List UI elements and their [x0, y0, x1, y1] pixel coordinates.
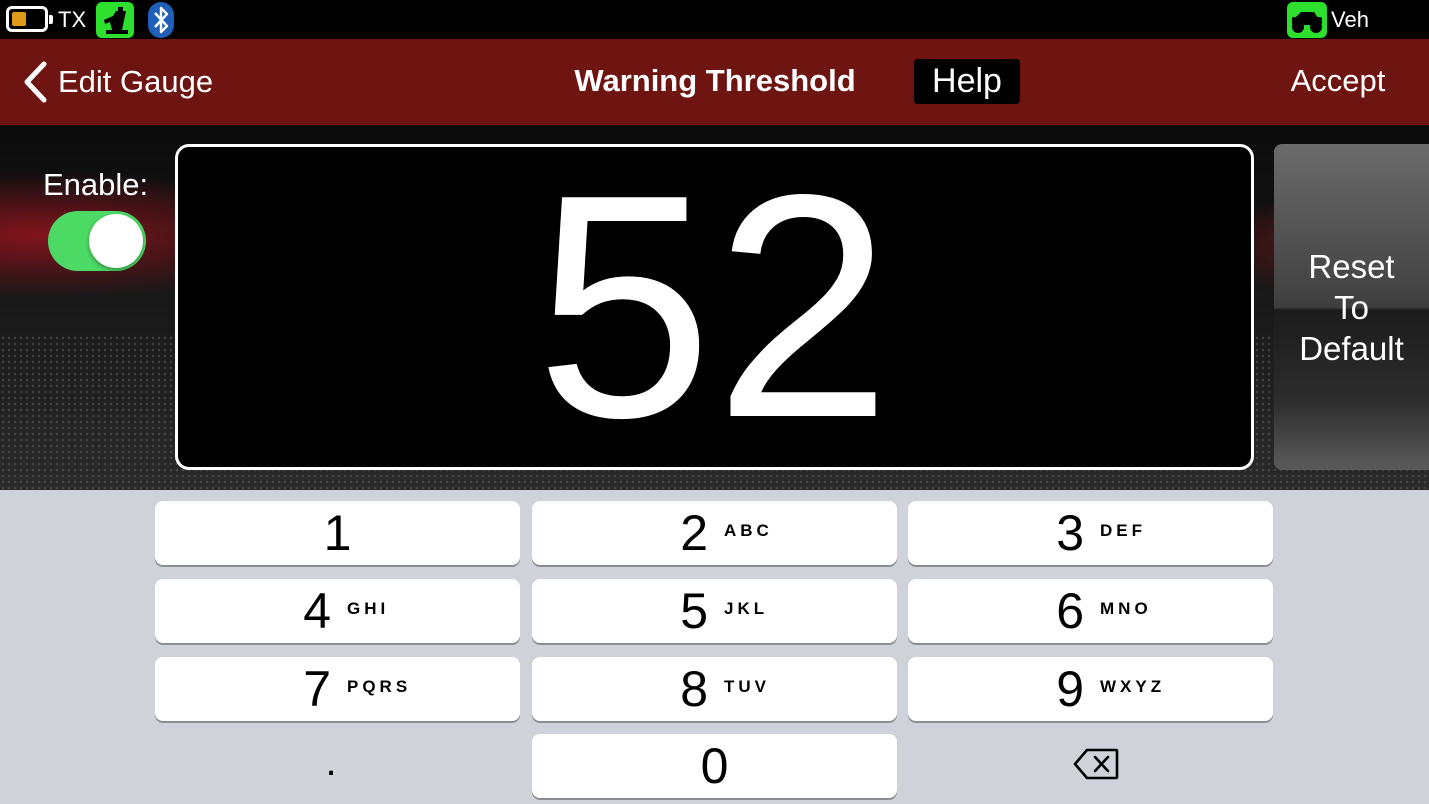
key-digit: 4 — [303, 583, 331, 639]
key-digit: 7 — [303, 661, 331, 717]
status-bar: TX Veh — [0, 0, 1429, 39]
threshold-value-display: 52 — [175, 144, 1254, 470]
reset-line-1: Reset — [1308, 247, 1395, 285]
enable-toggle[interactable] — [48, 211, 146, 271]
key-decimal[interactable]: . — [155, 734, 520, 798]
numeric-keypad: 1 2 ABC 3 DEF 4 GHI 5 JKL 6 MNO 7 PQRS 8… — [0, 490, 1429, 804]
reset-line-2: To — [1334, 288, 1369, 326]
key-1[interactable]: 1 — [155, 501, 520, 565]
key-0[interactable]: 0 — [532, 734, 897, 798]
key-4[interactable]: 4 GHI — [155, 579, 520, 643]
backspace-icon — [1073, 748, 1119, 780]
battery-icon — [6, 6, 53, 32]
key-letters: PQRS — [347, 677, 412, 696]
key-digit: 9 — [1056, 661, 1084, 717]
key-digit: 0 — [700, 738, 729, 794]
key-5[interactable]: 5 JKL — [532, 579, 897, 643]
key-letters: DEF — [1100, 521, 1146, 540]
page-title: Warning Threshold — [574, 63, 856, 98]
key-decimal-label: . — [325, 740, 337, 784]
back-button-label: Edit Gauge — [58, 64, 214, 99]
back-button[interactable]: Edit Gauge — [22, 57, 213, 107]
reset-to-default-button[interactable]: Reset To Default — [1274, 144, 1429, 470]
key-letters: JKL — [724, 599, 769, 618]
delete-key[interactable] — [908, 734, 1273, 798]
key-digit: 2 — [680, 505, 708, 561]
key-9[interactable]: 9 WXYZ — [908, 657, 1273, 721]
veh-label: Veh — [1331, 7, 1369, 32]
nav-bar: Edit Gauge Warning Threshold Help Accept — [0, 39, 1429, 125]
key-letters: TUV — [724, 677, 770, 696]
chevron-left-icon — [24, 61, 47, 103]
threshold-editor: Enable: 52 Reset To Default — [0, 125, 1429, 490]
key-8[interactable]: 8 TUV — [532, 657, 897, 721]
toggle-knob — [89, 214, 143, 268]
key-digit: 6 — [1056, 583, 1084, 639]
key-6[interactable]: 6 MNO — [908, 579, 1273, 643]
key-digit: 3 — [1056, 505, 1084, 561]
reset-line-3: Default — [1299, 329, 1404, 367]
radio-transmitter-icon — [96, 2, 134, 38]
key-letters: ABC — [724, 521, 773, 540]
key-7[interactable]: 7 PQRS — [155, 657, 520, 721]
key-2[interactable]: 2 ABC — [532, 501, 897, 565]
tx-label: TX — [58, 7, 87, 32]
accept-button[interactable]: Accept — [1270, 63, 1406, 99]
key-letters: WXYZ — [1100, 677, 1166, 696]
key-letters: MNO — [1100, 599, 1152, 618]
key-3[interactable]: 3 DEF — [908, 501, 1273, 565]
enable-label: Enable: — [43, 167, 149, 202]
key-digit: 8 — [680, 661, 708, 717]
key-letters: GHI — [347, 599, 390, 618]
bluetooth-icon — [148, 2, 174, 38]
key-digit: 5 — [680, 583, 708, 639]
key-digit: 1 — [323, 505, 352, 561]
threshold-value: 52 — [535, 129, 894, 484]
help-button[interactable]: Help — [914, 59, 1020, 104]
vehicle-icon — [1287, 2, 1327, 38]
